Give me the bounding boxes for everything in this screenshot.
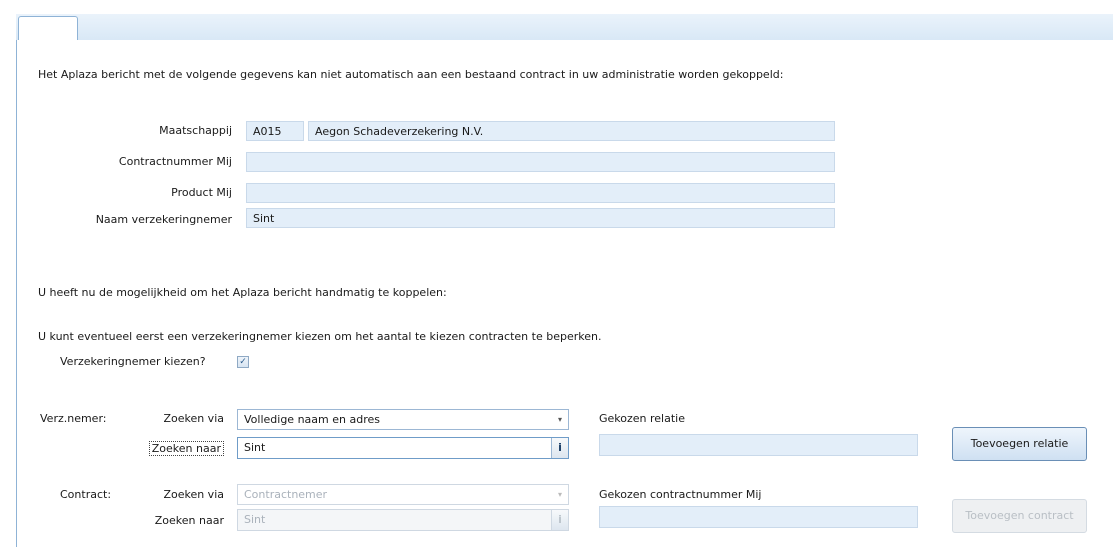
contractnummer-label: Contractnummer Mij bbox=[118, 155, 232, 168]
tab-active[interactable] bbox=[18, 16, 78, 42]
maatschappij-code-field: A015 bbox=[246, 121, 304, 141]
verz-zoeken-via-value: Volledige naam en adres bbox=[244, 413, 380, 426]
naam-verzekeringnemer-field: Sint bbox=[246, 208, 835, 228]
contract-zoeken-via-value: Contractnemer bbox=[244, 488, 328, 501]
verz-zoeken-naar-label-wrap: Zoeken naar bbox=[120, 441, 224, 456]
verz-zoeken-naar-value: Sint bbox=[244, 441, 266, 454]
contract-zoeken-naar-label: Zoeken naar bbox=[154, 514, 224, 527]
naam-verzekeringnemer-label: Naam verzekeringnemer bbox=[95, 213, 232, 226]
product-label: Product Mij bbox=[171, 186, 232, 199]
tab-strip bbox=[16, 14, 1113, 41]
contract-zoeken-via-label: Zoeken via bbox=[163, 488, 224, 501]
verz-zoeken-via-select[interactable]: Volledige naam en adres ▾ bbox=[237, 409, 569, 430]
info-icon[interactable]: i bbox=[551, 510, 568, 530]
contract-zoeken-via-select[interactable]: Contractnemer ▾ bbox=[237, 484, 569, 505]
verzekeringnemer-kiezen-label: Verzekeringnemer kiezen? bbox=[60, 355, 206, 368]
chevron-down-icon[interactable]: ▾ bbox=[558, 410, 562, 429]
manual-link-text: U heeft nu de mogelijkheid om het Aplaza… bbox=[38, 286, 447, 299]
contract-zoeken-naar-input[interactable]: Sint i bbox=[237, 509, 569, 531]
toevoegen-contract-button[interactable]: Toevoegen contract bbox=[952, 499, 1087, 533]
verz-zoeken-via-label: Zoeken via bbox=[163, 412, 224, 425]
hint-text: U kunt eventueel eerst een verzekeringne… bbox=[38, 330, 602, 343]
chevron-down-icon[interactable]: ▾ bbox=[558, 485, 562, 504]
intro-text: Het Aplaza bericht met de volgende gegev… bbox=[38, 68, 784, 81]
gekozen-contractnummer-field bbox=[599, 506, 918, 528]
contract-zoeken-naar-value: Sint bbox=[244, 513, 266, 526]
gekozen-relatie-field bbox=[599, 434, 918, 456]
maatschappij-name-field: Aegon Schadeverzekering N.V. bbox=[308, 121, 835, 141]
verz-nemer-section-label: Verz.nemer: bbox=[40, 412, 107, 425]
maatschappij-label: Maatschappij bbox=[159, 124, 232, 137]
product-field bbox=[246, 183, 835, 203]
toevoegen-relatie-button[interactable]: Toevoegen relatie bbox=[952, 427, 1087, 461]
gekozen-contractnummer-label: Gekozen contractnummer Mij bbox=[599, 488, 762, 501]
contractnummer-field bbox=[246, 152, 835, 172]
verz-zoeken-naar-input[interactable]: Sint i bbox=[237, 437, 569, 459]
contract-section-label: Contract: bbox=[60, 488, 112, 501]
gekozen-relatie-label: Gekozen relatie bbox=[599, 412, 685, 425]
verzekeringnemer-kiezen-checkbox[interactable]: ✓ bbox=[237, 356, 249, 368]
verz-zoeken-naar-label: Zoeken naar bbox=[148, 441, 224, 456]
info-icon[interactable]: i bbox=[551, 438, 568, 458]
